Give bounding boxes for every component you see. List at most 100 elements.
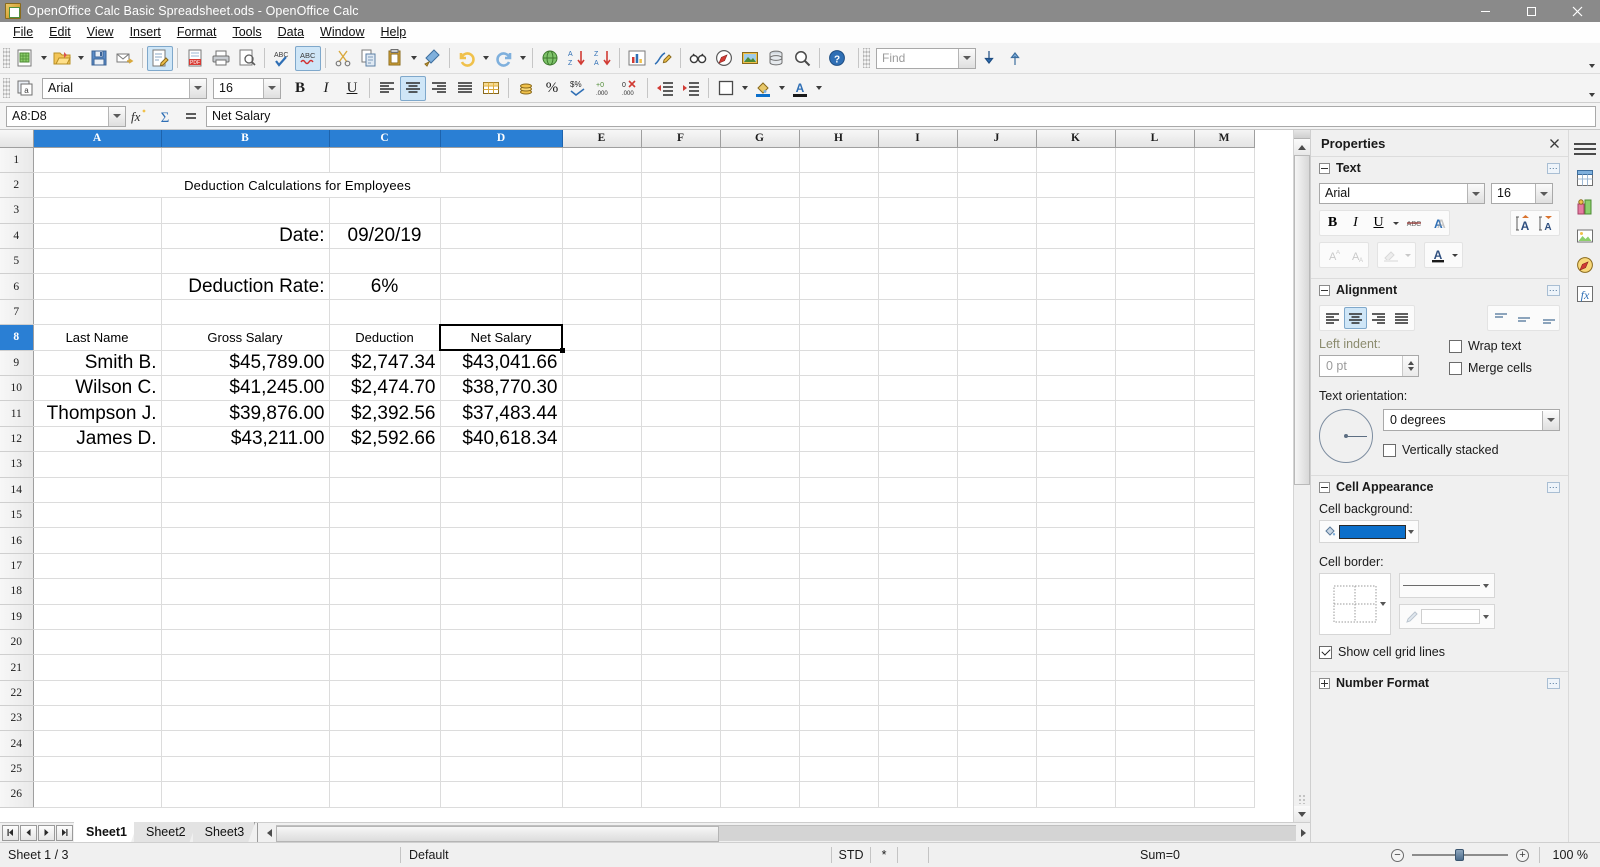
sidebar-font-name-dropdown-icon[interactable]	[1467, 184, 1484, 203]
cell-F6[interactable]	[641, 273, 721, 300]
find-dropdown-icon[interactable]	[958, 48, 975, 68]
cell-E14[interactable]	[562, 477, 642, 503]
cell-D8[interactable]: Net Salary	[440, 324, 563, 351]
cell-G3[interactable]	[720, 197, 800, 224]
cell-I21[interactable]	[878, 654, 958, 681]
sheet-tab-sheet1[interactable]: Sheet1	[74, 822, 138, 842]
cell-E24[interactable]	[562, 730, 642, 757]
cell-F26[interactable]	[641, 781, 721, 808]
cell-L10[interactable]	[1115, 375, 1195, 402]
strikethrough-icon[interactable]: ABC	[1402, 212, 1425, 234]
column-header-h[interactable]: H	[799, 130, 879, 148]
font-name-dropdown-icon[interactable]	[189, 78, 206, 98]
name-box[interactable]: A8:D8	[6, 105, 126, 127]
cell-D5[interactable]	[440, 248, 563, 275]
cell-K15[interactable]	[1036, 502, 1116, 529]
show-grid-checkbox-row[interactable]: Show cell grid lines	[1319, 645, 1560, 659]
cell-L8[interactable]	[1115, 324, 1195, 351]
menu-edit[interactable]: Edit	[41, 23, 79, 41]
zoom-slider-track[interactable]	[1412, 849, 1508, 861]
active-cell-handle[interactable]	[560, 348, 565, 354]
cell-K24[interactable]	[1036, 730, 1116, 757]
cell-H10[interactable]	[799, 375, 879, 402]
cell-E16[interactable]	[562, 527, 642, 554]
cell-F16[interactable]	[641, 527, 721, 554]
subscript-icon[interactable]: AA	[1344, 244, 1367, 266]
menu-view[interactable]: View	[79, 23, 122, 41]
cell-B18[interactable]	[161, 578, 330, 605]
cell-M24[interactable]	[1194, 730, 1255, 757]
cell-G7[interactable]	[720, 299, 800, 326]
cell-D3[interactable]	[440, 197, 563, 224]
cell-H21[interactable]	[799, 654, 879, 681]
cell-D4[interactable]	[440, 223, 563, 250]
align-top-icon[interactable]	[1489, 307, 1512, 329]
cell-E10[interactable]	[562, 375, 642, 402]
cell-L9[interactable]	[1115, 350, 1195, 377]
cell-K5[interactable]	[1036, 248, 1116, 275]
cell-H11[interactable]	[799, 400, 879, 427]
cell-I22[interactable]	[878, 680, 958, 707]
find-previous-icon[interactable]	[1002, 46, 1028, 71]
cell-C5[interactable]	[329, 248, 441, 275]
autospellcheck-icon[interactable]: ABC	[295, 45, 321, 71]
sum-icon[interactable]: Σ	[152, 105, 178, 128]
cell-E6[interactable]	[562, 273, 642, 300]
row-header-1[interactable]: 1	[0, 147, 34, 173]
align-center-vertically-icon[interactable]	[1512, 307, 1535, 329]
decrease-indent-icon[interactable]	[652, 76, 678, 101]
cell-L4[interactable]	[1115, 223, 1195, 250]
cell-E2[interactable]	[562, 172, 642, 199]
select-all-corner[interactable]	[0, 130, 34, 148]
menu-file[interactable]: File	[5, 23, 41, 41]
row-header-14[interactable]: 14	[0, 477, 34, 503]
cell-M11[interactable]	[1194, 400, 1255, 427]
cell-C23[interactable]	[329, 705, 441, 732]
cell-B7[interactable]	[161, 299, 330, 326]
navigator-icon[interactable]	[711, 46, 737, 71]
cell-K12[interactable]	[1036, 426, 1116, 453]
cell-K22[interactable]	[1036, 680, 1116, 707]
name-box-dropdown-icon[interactable]	[108, 106, 125, 126]
cell-K11[interactable]	[1036, 400, 1116, 427]
cell-I13[interactable]	[878, 451, 958, 478]
cell-G16[interactable]	[720, 527, 800, 554]
cell-G1[interactable]	[720, 147, 800, 173]
cell-E5[interactable]	[562, 248, 642, 275]
undo-icon[interactable]	[454, 46, 480, 71]
font-name-combo[interactable]: Arial	[42, 77, 207, 99]
column-header-c[interactable]: C	[329, 130, 441, 148]
scroll-left-button[interactable]	[262, 824, 276, 841]
vertically-stacked-checkbox-row[interactable]: Vertically stacked	[1383, 443, 1560, 457]
cell-I8[interactable]	[878, 324, 958, 351]
cell-K3[interactable]	[1036, 197, 1116, 224]
scroll-right-button[interactable]	[1296, 824, 1310, 841]
cell-G13[interactable]	[720, 451, 800, 478]
find-next-icon[interactable]	[976, 46, 1002, 71]
cell-H22[interactable]	[799, 680, 879, 707]
cell-F23[interactable]	[641, 705, 721, 732]
cell-J24[interactable]	[957, 730, 1037, 757]
cell-D16[interactable]	[440, 527, 563, 554]
edit-file-icon[interactable]	[147, 45, 173, 71]
cell-I16[interactable]	[878, 527, 958, 554]
cell-B10[interactable]: $41,245.00	[161, 375, 330, 402]
cell-I11[interactable]	[878, 400, 958, 427]
cell-L6[interactable]	[1115, 273, 1195, 300]
cell-M13[interactable]	[1194, 451, 1255, 478]
find-toolbar-grip[interactable]	[863, 48, 870, 68]
cell-background-button[interactable]	[1319, 520, 1419, 543]
cell-M21[interactable]	[1194, 654, 1255, 681]
cell-D23[interactable]	[440, 705, 563, 732]
cell-L11[interactable]	[1115, 400, 1195, 427]
properties-tab-icon[interactable]	[1572, 165, 1598, 191]
cell-A5[interactable]	[33, 248, 162, 275]
cell-F5[interactable]	[641, 248, 721, 275]
number-format-panel-more-icon[interactable]: ⋯	[1547, 677, 1560, 689]
cell-B23[interactable]	[161, 705, 330, 732]
cell-G10[interactable]	[720, 375, 800, 402]
cell-D18[interactable]	[440, 578, 563, 605]
scroll-down-button[interactable]	[1294, 806, 1310, 822]
cell-K4[interactable]	[1036, 223, 1116, 250]
cell-C3[interactable]	[329, 197, 441, 224]
